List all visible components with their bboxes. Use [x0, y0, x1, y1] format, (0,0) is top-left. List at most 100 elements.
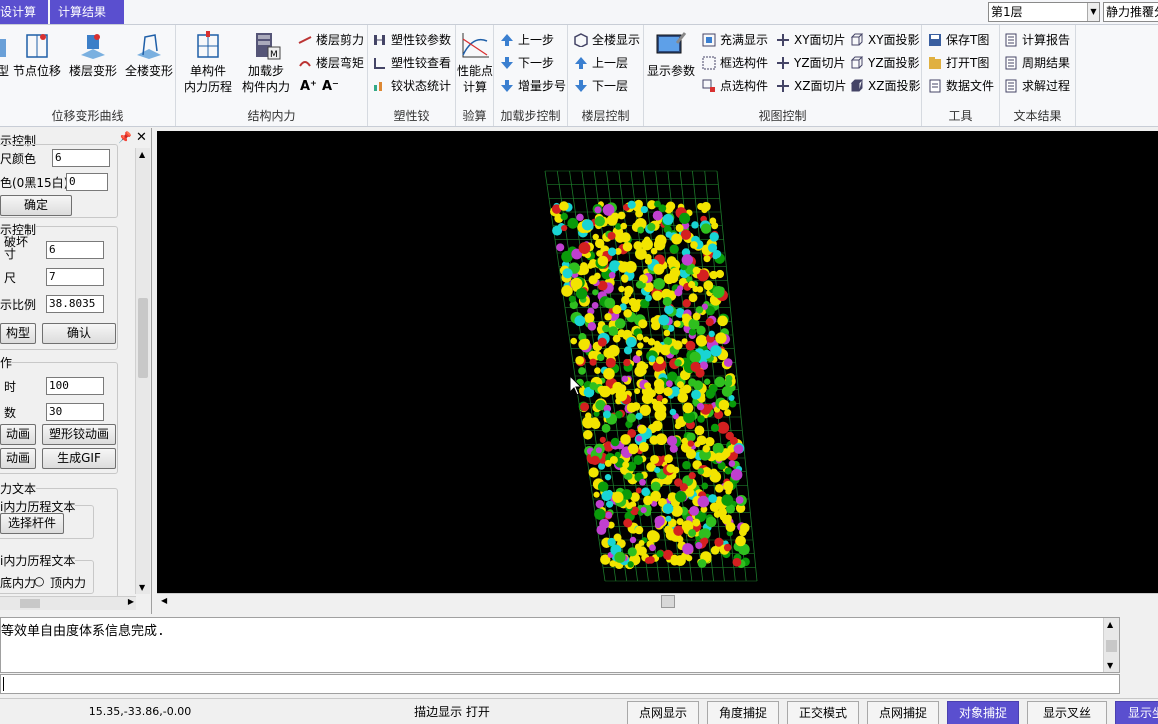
hinge-stats-button[interactable]: 铰状态统计	[373, 76, 451, 96]
step-number-label: 增量步号	[518, 79, 567, 93]
chevron-down-icon[interactable]: ▼	[1087, 3, 1099, 21]
radio-icon[interactable]: ○	[34, 574, 44, 588]
bg-input[interactable]: 0	[66, 173, 108, 191]
xz-projection-button[interactable]: XZ面投影	[850, 76, 920, 96]
box-select-button[interactable]: 框选构件	[702, 53, 768, 73]
hinge-animation-button[interactable]: 塑形铰动画	[42, 424, 116, 445]
bottom-force-radio-label[interactable]: 底内力	[0, 574, 36, 591]
floor-shear-button[interactable]: 楼层剪力	[298, 30, 364, 50]
grid-display-button[interactable]: 点网显示	[627, 701, 699, 724]
model-button[interactable]: 构型	[0, 323, 36, 344]
count-label: 数	[4, 406, 17, 420]
scrollbar-thumb[interactable]	[138, 298, 148, 378]
font-decrease-button[interactable]: A⁻	[322, 77, 339, 97]
time-input[interactable]: 100	[46, 377, 104, 395]
floor-deformation-button[interactable]: 楼层变形	[66, 29, 120, 79]
scroll-up-icon[interactable]: ▲	[1107, 620, 1113, 629]
performance-point-button[interactable]: 性能点 计算	[456, 29, 494, 95]
group-displacement: 型 节点位移 楼层变形 全楼变形 位移变形曲线	[0, 25, 176, 126]
building-model[interactable]	[157, 131, 1158, 593]
arrow-down-icon	[501, 57, 513, 69]
animation-button-2[interactable]: 动画	[0, 448, 36, 469]
scroll-down-icon[interactable]: ▼	[139, 583, 145, 592]
top-force-radio-label[interactable]: 顶内力	[50, 574, 86, 591]
prev-step-button[interactable]: 上一步	[500, 30, 554, 50]
damage-size-input[interactable]: 6	[46, 241, 104, 259]
color-input[interactable]: 6	[52, 149, 110, 167]
output-scroll-thumb[interactable]	[1106, 640, 1117, 652]
command-input[interactable]	[0, 674, 1120, 694]
count-input[interactable]: 30	[46, 403, 104, 421]
object-snap-button[interactable]: 对象捕捉	[947, 701, 1019, 724]
hinge-view-button[interactable]: 塑性铰查看	[373, 53, 451, 73]
panel-vertical-scrollbar[interactable]: ▲ ▼	[135, 148, 150, 594]
save-t-chart-button[interactable]: 保存T图	[928, 30, 989, 50]
font-increase-button[interactable]: A⁺	[300, 77, 317, 97]
damage-label: 破坏寸	[4, 236, 28, 260]
group-internal-force: 单构件 内力历程 M 加载步 构件内力 楼层剪力 楼层弯矩 A⁺ A⁻ 结构内力	[176, 25, 368, 126]
xz-slice-button[interactable]: XZ面切片	[776, 76, 846, 96]
member-force-history-button[interactable]: 单构件 内力历程	[178, 29, 238, 95]
building-deformation-button[interactable]: 全楼变形	[122, 29, 176, 79]
yz-projection-button[interactable]: YZ面投影	[850, 53, 920, 73]
layer-select[interactable]: 第1层 ▼	[988, 2, 1100, 22]
ribbon-tab-bar: 设计算 计算结果 第1层 ▼ 静力推覆分	[0, 0, 1158, 25]
select-member-button[interactable]: 选择杆件	[0, 513, 64, 534]
confirm-color-button[interactable]: 确定	[0, 195, 72, 216]
next-step-label: 下一步	[518, 56, 555, 70]
display-params-button[interactable]: 显示参数	[644, 29, 698, 79]
scroll-left-icon[interactable]: ◀	[161, 596, 167, 605]
step-number-icon	[501, 80, 513, 92]
viewport-horizontal-scrollbar[interactable]: ◀	[157, 593, 1158, 610]
floor-moment-button[interactable]: 楼层弯矩	[298, 53, 364, 73]
confirm-hinge-button[interactable]: 确认	[42, 323, 116, 344]
crosshair-button[interactable]: 显示叉丝	[1027, 701, 1107, 724]
scroll-right-icon[interactable]: ▶	[128, 597, 134, 606]
xy-projection-button[interactable]: XY面投影	[850, 30, 920, 50]
layer-select-value: 第1层	[991, 5, 1023, 19]
show-axis-button[interactable]: 显示坐	[1115, 701, 1158, 724]
angle-snap-button[interactable]: 角度捕捉	[707, 701, 779, 724]
ortho-mode-button[interactable]: 正交模式	[787, 701, 859, 724]
output-scrollbar[interactable]: ▲ ▼	[1103, 618, 1119, 672]
point-select-button[interactable]: 点选构件	[702, 76, 768, 96]
calc-report-button[interactable]: 计算报告	[1004, 30, 1070, 50]
cube-icon	[850, 56, 864, 69]
xy-slice-button[interactable]: XY面切片	[776, 30, 846, 50]
close-icon[interactable]: ✕	[136, 130, 147, 145]
animation-button[interactable]: 动画	[0, 424, 36, 445]
panel-horizontal-scrollbar[interactable]: ▶	[0, 596, 136, 610]
ribbon: 型 节点位移 楼层变形 全楼变形 位移变形曲线 单构件 内力历程 M 加载步 构…	[0, 25, 1158, 127]
data-file-button[interactable]: 数据文件	[928, 76, 994, 96]
yz-projection-label: YZ面投影	[868, 56, 920, 70]
floor-down-button[interactable]: 下一层	[574, 76, 628, 96]
message-output: 等效单自由度体系信息完成. ▲ ▼	[0, 617, 1120, 673]
cut-button[interactable]: 型	[0, 29, 10, 79]
tab-design-calc[interactable]: 设计算	[0, 0, 48, 24]
grid-snap-button[interactable]: 点网捕捉	[867, 701, 939, 724]
fill-display-button[interactable]: 充满显示	[702, 30, 768, 50]
tab-calc-results[interactable]: 计算结果	[50, 0, 124, 24]
node-displacement-button[interactable]: 节点位移	[10, 29, 64, 79]
structure-3d-viewport[interactable]	[157, 131, 1158, 593]
show-all-floors-button[interactable]: 全楼显示	[574, 30, 640, 50]
hscroll-thumb[interactable]	[20, 599, 40, 608]
floor-up-button[interactable]: 上一层	[574, 53, 628, 73]
scroll-down-icon[interactable]: ▼	[1107, 661, 1113, 670]
period-result-button[interactable]: 周期结果	[1004, 53, 1070, 73]
load-step-force-button[interactable]: M 加载步 构件内力	[238, 29, 294, 95]
next-step-button[interactable]: 下一步	[500, 53, 554, 73]
yz-slice-button[interactable]: YZ面切片	[776, 53, 846, 73]
step-number-button[interactable]: 增量步号	[500, 76, 566, 96]
solve-process-button[interactable]: 求解过程	[1004, 76, 1070, 96]
fill-display-icon	[702, 33, 716, 47]
scroll-up-icon[interactable]: ▲	[139, 150, 145, 159]
size-input[interactable]: 7	[46, 268, 104, 286]
hinge-params-button[interactable]: 塑性铰参数	[373, 30, 451, 50]
generate-gif-button[interactable]: 生成GIF	[42, 448, 116, 469]
scale-input[interactable]: 38.8035	[46, 295, 104, 313]
pin-icon[interactable]: 📌	[118, 131, 132, 144]
analysis-select[interactable]: 静力推覆分	[1103, 2, 1158, 22]
viewport-scroll-thumb[interactable]	[661, 595, 675, 608]
open-t-chart-button[interactable]: 打开T图	[928, 53, 989, 73]
